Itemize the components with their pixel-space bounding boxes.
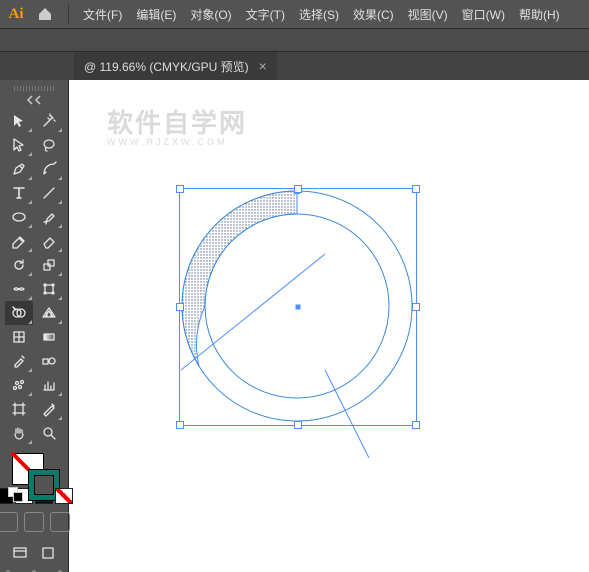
document-tab-title: @ 119.66% (CMYK/GPU 预览) — [84, 58, 249, 75]
collapse-panel-button[interactable] — [22, 95, 46, 105]
perspective-tool[interactable] — [35, 301, 63, 325]
menubar: Ai 文件(F) 编辑(E) 对象(O) 文字(T) 选择(S) 效果(C) 视… — [0, 0, 589, 29]
bbox-handle-mr[interactable] — [412, 303, 420, 311]
default-fill-stroke[interactable] — [8, 487, 22, 501]
menu-divider — [68, 4, 69, 24]
magic-wand-tool[interactable] — [35, 109, 63, 133]
document-tab[interactable]: @ 119.66% (CMYK/GPU 预览) × — [74, 52, 277, 80]
screen-mode-row — [9, 542, 59, 564]
mesh-tool[interactable] — [5, 325, 33, 349]
draw-behind[interactable] — [24, 512, 44, 532]
screen-mode-button[interactable] — [9, 542, 31, 564]
graph-tool[interactable] — [35, 373, 63, 397]
blend-tool[interactable] — [35, 349, 63, 373]
slice-tool[interactable] — [35, 397, 63, 421]
tools-panel — [0, 80, 69, 572]
menu-window[interactable]: 窗口(W) — [456, 2, 511, 27]
watermark-main: 软件自学网 — [107, 108, 247, 138]
shaper-tool[interactable] — [5, 229, 33, 253]
app-logo: Ai — [6, 4, 26, 24]
scale-tool[interactable] — [35, 253, 63, 277]
edit-toolbar-button[interactable] — [37, 542, 59, 564]
bbox-handle-tr[interactable] — [412, 185, 420, 193]
bbox-center[interactable] — [296, 305, 301, 310]
menu-file[interactable]: 文件(F) — [77, 2, 128, 27]
main-area: 软件自学网 WWW.RJZXW.COM — [0, 80, 589, 572]
fill-stroke-swatches[interactable] — [6, 451, 62, 482]
symbol-tool[interactable] — [5, 373, 33, 397]
draw-mode-row — [0, 512, 70, 532]
bbox-handle-ml[interactable] — [176, 303, 184, 311]
brush-tool[interactable] — [35, 205, 63, 229]
line-tool[interactable] — [35, 181, 63, 205]
eyedropper-tool[interactable] — [5, 349, 33, 373]
watermark: 软件自学网 WWW.RJZXW.COM — [107, 110, 247, 147]
lasso-tool[interactable] — [35, 133, 63, 157]
pen-tool[interactable] — [5, 157, 33, 181]
canvas-area[interactable]: 软件自学网 WWW.RJZXW.COM — [69, 80, 589, 572]
color-mode-none[interactable] — [55, 488, 73, 504]
eraser-tool[interactable] — [35, 229, 63, 253]
draw-inside[interactable] — [50, 512, 70, 532]
artboard-tool[interactable] — [5, 397, 33, 421]
menu-edit[interactable]: 编辑(E) — [130, 2, 182, 27]
menu-effect[interactable]: 效果(C) — [347, 2, 400, 27]
menu-help[interactable]: 帮助(H) — [513, 2, 566, 27]
menu-view[interactable]: 视图(V) — [402, 2, 454, 27]
menu-select[interactable]: 选择(S) — [293, 2, 345, 27]
options-bar — [0, 29, 589, 52]
bbox-handle-bl[interactable] — [176, 421, 184, 429]
home-button[interactable] — [32, 4, 58, 24]
menu-object[interactable]: 对象(O) — [184, 2, 237, 27]
artboard[interactable]: 软件自学网 WWW.RJZXW.COM — [69, 80, 589, 572]
draw-normal[interactable] — [0, 512, 18, 532]
rotate-tool[interactable] — [5, 253, 33, 277]
free-transform-tool[interactable] — [35, 277, 63, 301]
gradient-tool[interactable] — [35, 325, 63, 349]
bbox-handle-tl[interactable] — [176, 185, 184, 193]
width-tool[interactable] — [5, 277, 33, 301]
watermark-sub: WWW.RJZXW.COM — [107, 138, 247, 147]
menu-items: 文件(F) 编辑(E) 对象(O) 文字(T) 选择(S) 效果(C) 视图(V… — [77, 2, 566, 27]
direct-selection-tool[interactable] — [5, 133, 33, 157]
home-icon — [37, 6, 53, 22]
bbox-handle-bm[interactable] — [294, 421, 302, 429]
ellipse-tool[interactable] — [5, 205, 33, 229]
bbox-handle-br[interactable] — [412, 421, 420, 429]
menu-type[interactable]: 文字(T) — [240, 2, 291, 27]
bbox-handle-tm[interactable] — [294, 185, 302, 193]
zoom-tool[interactable] — [35, 421, 63, 445]
type-tool[interactable] — [5, 181, 33, 205]
tab-close-button[interactable]: × — [259, 59, 267, 73]
panel-grip[interactable] — [14, 86, 54, 91]
curvature-tool[interactable] — [35, 157, 63, 181]
selection-bounding-box[interactable] — [179, 188, 417, 426]
selection-tool[interactable] — [5, 109, 33, 133]
document-tabbar: @ 119.66% (CMYK/GPU 预览) × — [0, 52, 589, 80]
hand-tool[interactable] — [5, 421, 33, 445]
tool-grid — [1, 109, 67, 445]
shape-builder-tool[interactable] — [5, 301, 33, 325]
